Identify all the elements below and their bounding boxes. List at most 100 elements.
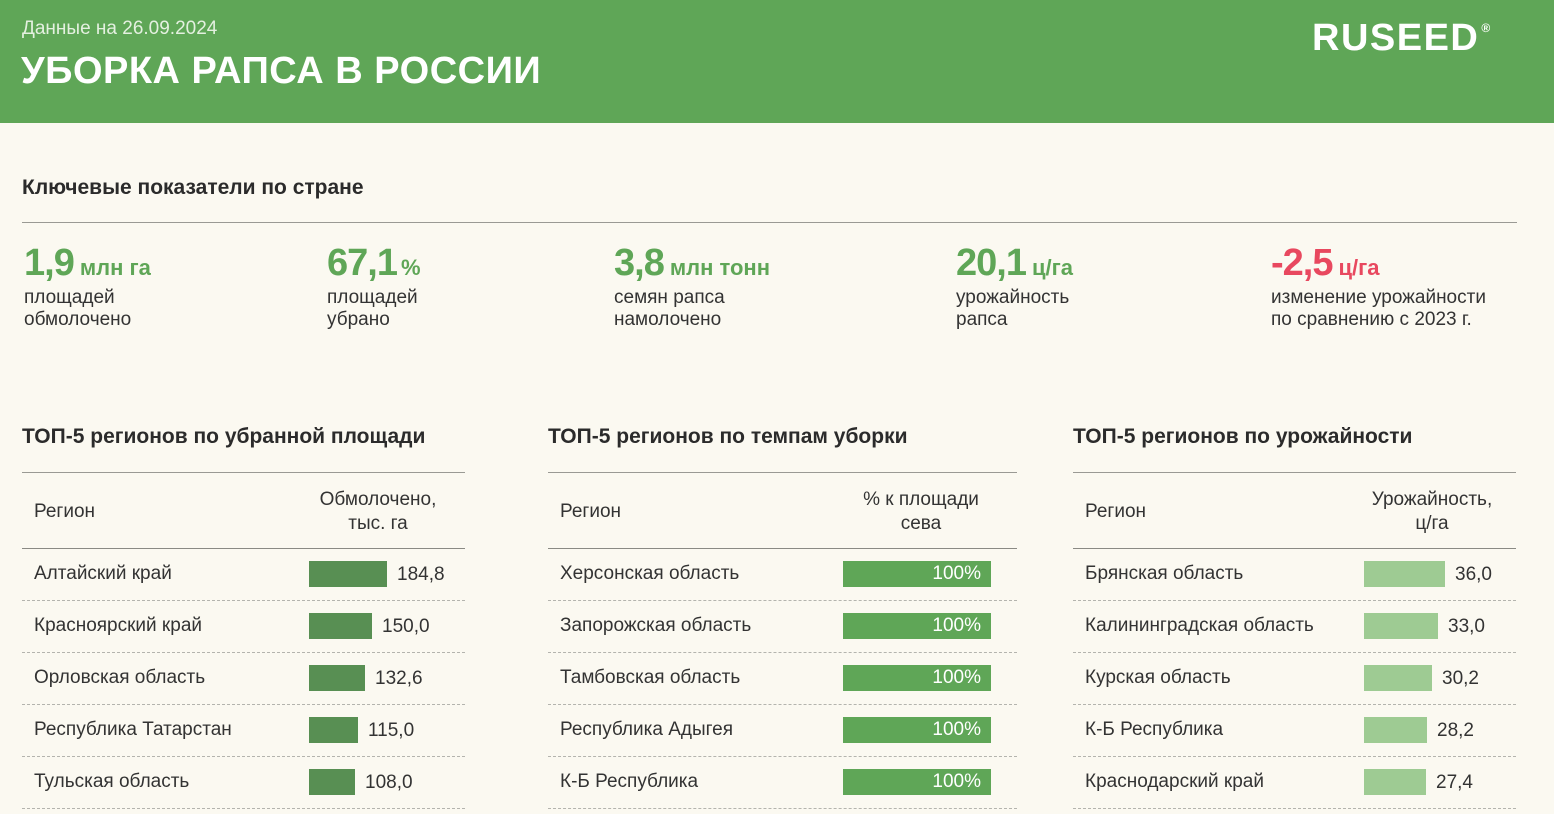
kpi-description: семян рапса намолочено: [614, 287, 725, 330]
column-header-region: Регион: [34, 501, 96, 522]
kpi-unit: млн тонн: [669, 255, 770, 280]
value-label: 100%: [932, 667, 981, 688]
table-row: Алтайский край 184,8: [22, 549, 465, 601]
kpi-yield: 20,1 ц/га урожайность рапса: [956, 242, 1216, 331]
region-name: Курская область: [1085, 667, 1231, 688]
value-label: 132,6: [375, 668, 423, 689]
kpi-threshed-area: 1,9 млн га площадей обмолочено: [24, 242, 284, 331]
row-divider: [548, 808, 1017, 809]
kpi-unit: млн га: [79, 255, 151, 280]
table-row: К-Б Республика 28,2: [1073, 705, 1516, 757]
table-title-rule: [548, 472, 1017, 473]
region-name: Красноярский край: [34, 615, 202, 636]
value-label: 27,4: [1436, 772, 1473, 793]
region-name: Тульская область: [34, 771, 190, 792]
table-row: Калининградская область 33,0: [1073, 601, 1516, 653]
table-row: Красноярский край 150,0: [22, 601, 465, 653]
region-name: Орловская область: [34, 667, 206, 688]
value-bar: 100%: [843, 717, 991, 743]
column-header-metric: % к площади сева: [863, 489, 979, 534]
kpi-description: изменение урожайности по сравнению с 2023…: [1271, 287, 1486, 330]
table-title: ТОП-5 регионов по убранной площади: [22, 425, 426, 448]
region-name: Республика Адыгея: [560, 719, 733, 740]
value-label: 100%: [932, 719, 981, 740]
column-header-region: Регион: [560, 501, 622, 522]
table-title-rule: [1073, 472, 1516, 473]
region-name: К-Б Республика: [1085, 719, 1224, 740]
region-name: Калининградская область: [1085, 615, 1314, 636]
top5-harvest-pace-table: ТОП-5 регионов по темпам уборки Регион %…: [548, 425, 1018, 809]
kpi-description: площадей обмолочено: [24, 287, 132, 330]
table-row: К-Б Республика 100%: [548, 757, 1017, 809]
table-row: Республика Адыгея 100%: [548, 705, 1017, 757]
column-header-metric: Урожайность, ц/га: [1371, 489, 1493, 534]
kpi-section-title: Ключевые показатели по стране: [22, 176, 364, 199]
value-bar: [1364, 717, 1427, 743]
kpi-divider: [22, 222, 1517, 223]
table-row: Курская область 30,2: [1073, 653, 1516, 705]
row-divider: [22, 808, 465, 809]
value-bar: [309, 613, 372, 639]
table-row: Тамбовская область 100%: [548, 653, 1017, 705]
table-title: ТОП-5 регионов по урожайности: [1073, 425, 1413, 448]
table-row: Запорожская область 100%: [548, 601, 1017, 653]
value-label: 100%: [932, 615, 981, 636]
kpi-value: 1,9: [24, 242, 75, 284]
value-label: 33,0: [1448, 616, 1485, 637]
data-date: Данные на 26.09.2024: [22, 18, 218, 39]
value-bar: [309, 561, 387, 587]
column-header-metric: Обмолочено, тыс. га: [319, 489, 437, 534]
header-banner: Данные на 26.09.2024 УБОРКА РАПСА В РОСС…: [0, 0, 1554, 123]
logo-text: RUSEED: [1312, 17, 1480, 59]
value-bar: 100%: [843, 561, 991, 587]
registered-mark: ®: [1481, 21, 1491, 35]
value-bar: [1364, 769, 1426, 795]
top5-harvested-area-table: ТОП-5 регионов по убранной площади Регио…: [22, 425, 477, 809]
table-row: Брянская область 36,0: [1073, 549, 1516, 601]
kpi-harvested-share: 67,1% площадей убрано: [327, 242, 587, 331]
region-name: Брянская область: [1085, 563, 1244, 584]
kpi-value: 20,1: [956, 242, 1027, 284]
column-header-region: Регион: [1085, 501, 1147, 522]
kpi-unit: %: [400, 255, 421, 280]
value-label: 115,0: [368, 720, 415, 741]
value-label: 28,2: [1437, 720, 1474, 741]
value-label: 184,8: [397, 564, 445, 585]
table-row: Орловская область 132,6: [22, 653, 465, 705]
kpi-unit: ц/га: [1031, 255, 1074, 280]
value-label: 100%: [932, 771, 981, 792]
kpi-value: 3,8: [614, 242, 665, 284]
value-bar: [1364, 561, 1445, 587]
table-title-rule: [22, 472, 465, 473]
ruseed-logo: RUSEED ®: [1312, 17, 1490, 60]
region-name: Алтайский край: [34, 563, 172, 584]
value-label: 30,2: [1442, 668, 1479, 689]
value-bar: [309, 769, 355, 795]
table-row: Республика Татарстан 115,0: [22, 705, 465, 757]
value-label: 100%: [932, 563, 981, 584]
value-bar: [309, 717, 358, 743]
region-name: К-Б Республика: [560, 771, 699, 792]
value-label: 36,0: [1455, 564, 1492, 585]
value-label: 150,0: [382, 616, 430, 637]
page-title: УБОРКА РАПСА В РОССИИ: [21, 50, 542, 92]
kpi-unit: ц/га: [1338, 255, 1380, 280]
region-name: Тамбовская область: [560, 667, 741, 688]
kpi-value: -2,5: [1271, 242, 1333, 284]
kpi-seed-volume: 3,8 млн тонн семян рапса намолочено: [614, 242, 874, 331]
value-bar: 100%: [843, 613, 991, 639]
value-bar: 100%: [843, 665, 991, 691]
kpi-description: площадей убрано: [327, 287, 418, 330]
row-divider: [1073, 808, 1516, 809]
value-bar: [1364, 665, 1432, 691]
top5-yield-table: ТОП-5 регионов по урожайности Регион Уро…: [1073, 425, 1518, 809]
kpi-yield-change: -2,5 ц/га изменение урожайности по сравнен…: [1271, 242, 1531, 331]
kpi-description: урожайность рапса: [956, 287, 1070, 330]
value-bar: [1364, 613, 1438, 639]
kpi-value: 67,1: [327, 242, 398, 284]
value-bar: 100%: [843, 769, 991, 795]
value-bar: [309, 665, 365, 691]
table-row: Краснодарский край 27,4: [1073, 757, 1516, 809]
region-name: Краснодарский край: [1085, 771, 1264, 792]
table-row: Херсонская область 100%: [548, 549, 1017, 601]
